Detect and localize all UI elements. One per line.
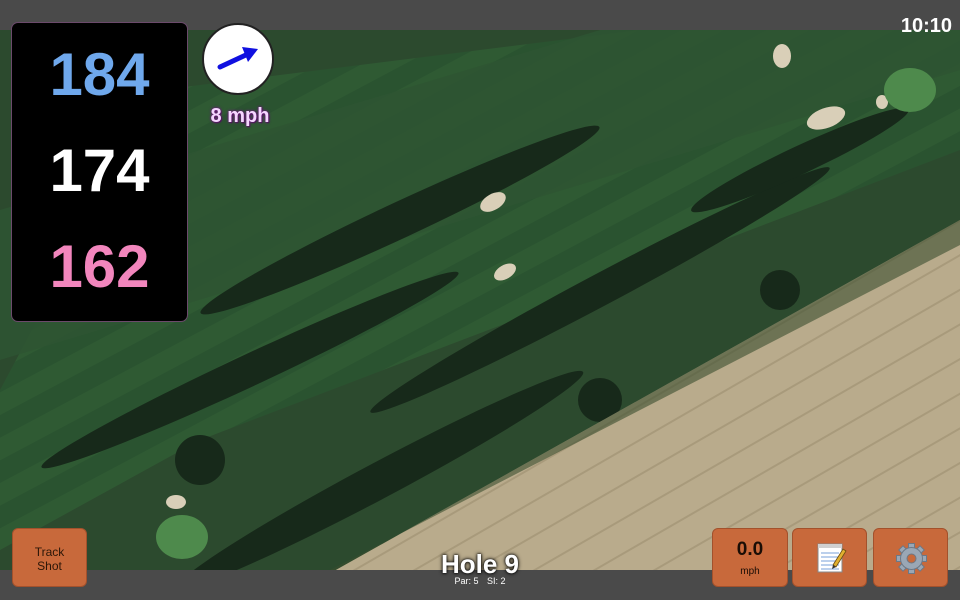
hole-par: Par: 5 [454,576,479,586]
notepad-icon [817,543,847,573]
wind-direction-indicator [202,23,274,95]
notes-button[interactable] [792,528,867,587]
middle-distance: 174 [49,137,150,204]
front-distance: 162 [49,233,150,300]
back-distance: 184 [49,41,150,108]
hole-stroke-index: SI: 2 [487,576,506,586]
track-shot-label-line1: Track [34,545,65,559]
arrow-icon [217,47,258,70]
hole-meta: Par: 5 SI: 2 [420,576,540,587]
speed-unit: mph [740,566,760,577]
track-shot-button[interactable]: Track Shot [12,528,87,587]
settings-button[interactable] [873,528,948,587]
hole-title: Hole 9 [440,549,520,579]
clock-time: 10:10 [900,15,952,37]
speed-button[interactable]: 0.0 mph [712,528,788,587]
gear-icon [896,543,927,574]
distance-panel: 184 174 162 [11,22,188,322]
speed-value: 0.0 [736,539,764,560]
wind-speed: 8 mph [210,105,270,127]
track-shot-label-line2: Shot [37,559,62,573]
